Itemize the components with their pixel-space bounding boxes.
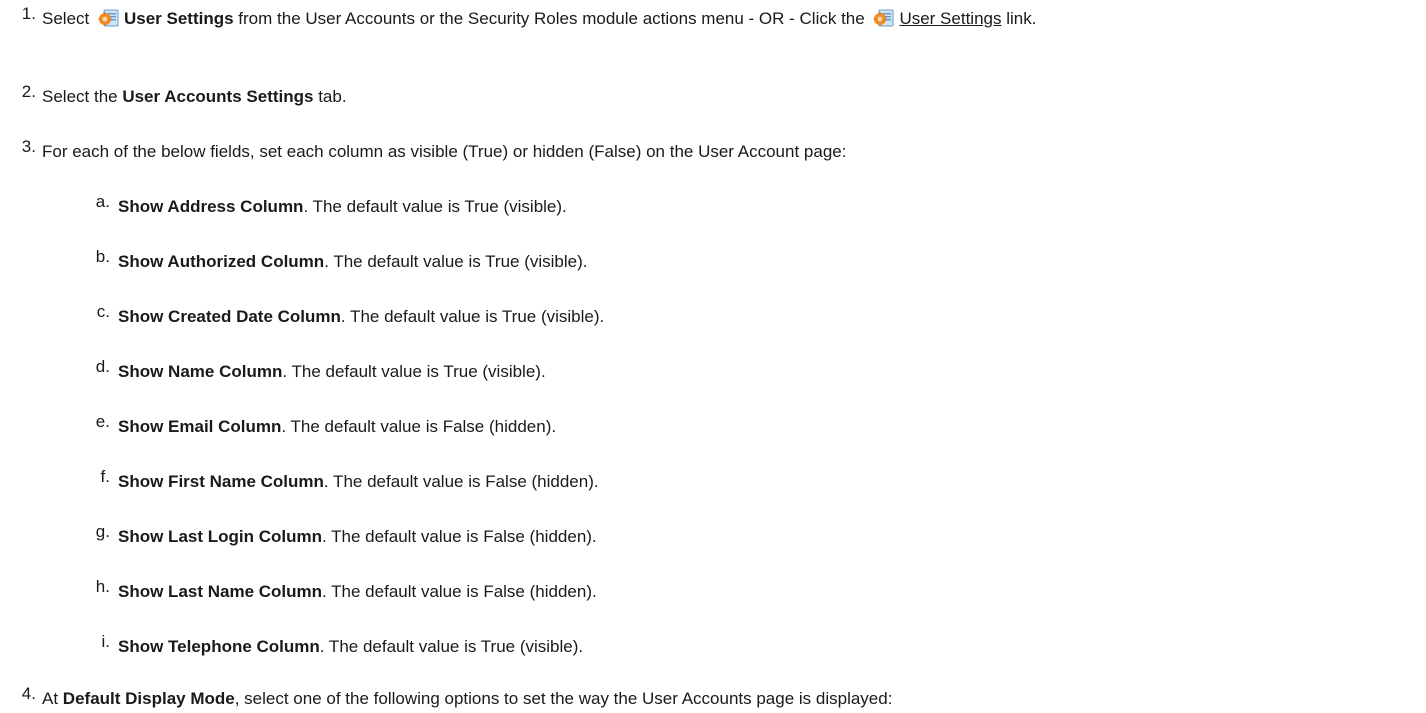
step-number: 2 — [8, 82, 36, 102]
field-description: . The default value is True (visible). — [340, 307, 605, 326]
field-name: Show Telephone Column — [118, 637, 320, 656]
bold-term: User Accounts Settings — [122, 87, 314, 106]
substep-letter: f — [60, 467, 110, 487]
step-text-fragment: Select — [42, 9, 94, 28]
field-name: Show Created Date Column — [118, 307, 341, 326]
substep-text: Show Authorized Column. The default valu… — [118, 247, 1368, 276]
step-number: 4 — [8, 684, 36, 704]
field-name: Show Authorized Column — [118, 252, 325, 271]
step-text: For each of the below fields, set each c… — [42, 142, 847, 161]
substep-letter: e — [60, 412, 110, 432]
field-description: . The default value is False (hidden). — [281, 417, 557, 436]
field-name: Show Email Column — [118, 417, 282, 436]
substep-letter: b — [60, 247, 110, 267]
bold-term: Default Display Mode — [62, 689, 235, 708]
substep-text: Show Last Login Column. The default valu… — [118, 522, 1368, 551]
step-text: Select the User Accounts Settings tab. — [42, 82, 1392, 111]
step-text-fragment: Select the — [42, 87, 123, 106]
user-settings-icon — [97, 9, 119, 27]
step-text-fragment: from the User Accounts or the Security R… — [233, 9, 870, 28]
user-settings-icon — [873, 9, 894, 27]
step-text-fragment: link. — [1001, 9, 1037, 28]
substep-letter: c — [60, 302, 110, 322]
step-text-fragment: At — [42, 689, 63, 708]
step-number: 1 — [8, 4, 36, 24]
field-name: Show Last Name Column — [118, 582, 323, 601]
bold-term: User Settings — [123, 9, 234, 28]
step-text: At Default Display Mode, select one of t… — [42, 684, 1392, 713]
step-text: Select User Settings from the User Accou… — [42, 4, 1392, 33]
substep-text: Show Telephone Column. The default value… — [118, 632, 1368, 661]
substep-text: Show Email Column. The default value is … — [118, 412, 1368, 441]
step-text-fragment: , select one of the following options to… — [234, 689, 893, 708]
field-name: Show Address Column — [118, 197, 304, 216]
substep-letter: a — [60, 192, 110, 212]
substep-letter: h — [60, 577, 110, 597]
substep-text: Show Address Column. The default value i… — [118, 192, 1368, 221]
field-name: Show Last Login Column — [118, 527, 322, 546]
field-description: . The default value is False (hidden). — [321, 527, 597, 546]
field-description: . The default value is True (visible). — [282, 362, 546, 381]
field-name: Show Name Column — [118, 362, 283, 381]
field-name: Show First Name Column — [118, 472, 324, 491]
substep-text: Show First Name Column. The default valu… — [118, 467, 1368, 496]
step-text-fragment: tab. — [313, 87, 347, 106]
field-description: . The default value is False (hidden). — [322, 582, 597, 601]
field-description: . The default value is False (hidden). — [323, 472, 599, 491]
substep-letter: i — [60, 632, 110, 652]
step-number: 3 — [8, 137, 36, 157]
substep-text: Show Last Name Column. The default value… — [118, 577, 1368, 606]
substep-letter: g — [60, 522, 110, 542]
field-description: . The default value is True (visible). — [303, 197, 567, 216]
substep-letter: d — [60, 357, 110, 377]
field-description: . The default value is True (visible). — [324, 252, 588, 271]
field-description: . The default value is True (visible). — [319, 637, 584, 656]
substep-text: Show Created Date Column. The default va… — [118, 302, 1368, 331]
user-settings-link[interactable]: User Settings — [899, 9, 1001, 28]
substep-text: Show Name Column. The default value is T… — [118, 357, 1368, 386]
